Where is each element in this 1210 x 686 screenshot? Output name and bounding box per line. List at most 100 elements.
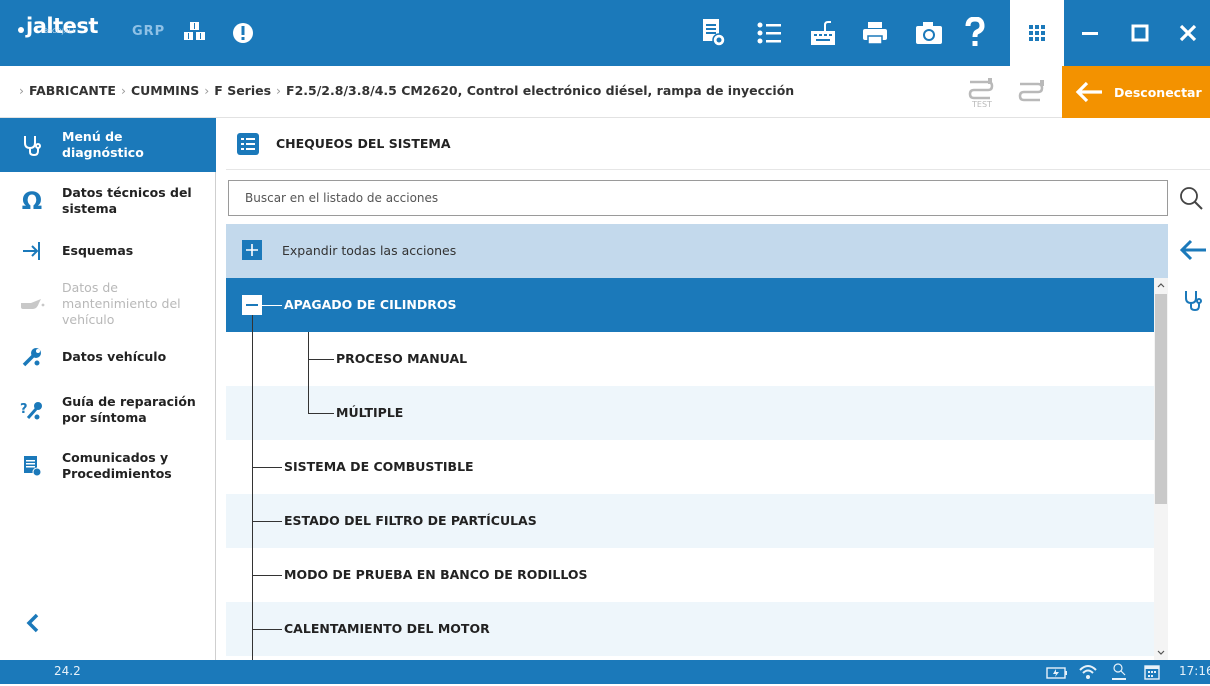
logo-subtitle: BYCOJALI — [44, 28, 75, 35]
tree-row-engine-warmup[interactable]: CALENTAMIENTO DEL MOTOR — [226, 602, 1154, 656]
breadcrumb: › FABRICANTE › CUMMINS › F Series › F2.5… — [14, 83, 794, 98]
expand-all-row[interactable]: Expandir todas las acciones — [226, 224, 1168, 278]
breadcrumb-item-series[interactable]: F Series — [214, 83, 271, 98]
stethoscope-icon — [18, 131, 46, 159]
tree-row-multiple[interactable]: MÚLTIPLE — [226, 386, 1154, 440]
help-icon[interactable] — [958, 16, 992, 50]
collapse-minus-icon[interactable] — [242, 295, 262, 315]
scroll-up-icon[interactable] — [1154, 280, 1168, 290]
logo-dot — [18, 27, 24, 33]
status-bar: 24.2 17:16 — [0, 660, 1210, 684]
sidebar-item-label: Datos de mantenimiento del vehículo — [62, 280, 181, 327]
breadcrumb-separator: › — [120, 83, 126, 98]
keyboard-icon[interactable] — [806, 16, 840, 50]
breadcrumb-separator: › — [204, 83, 210, 98]
expand-all-label: Expandir todas las acciones — [282, 243, 457, 258]
tree-row-cylinder-cutout[interactable]: APAGADO DE CILINDROS — [226, 278, 1154, 332]
breadcrumb-item-fabricante[interactable]: FABRICANTE — [29, 83, 116, 98]
scroll-thumb[interactable] — [1155, 294, 1167, 504]
tree-row-label: CALENTAMIENTO DEL MOTOR — [284, 621, 490, 636]
schema-icon — [18, 237, 46, 265]
wifi-icon — [1078, 663, 1098, 681]
collapse-sidebar-button[interactable] — [18, 608, 48, 638]
grp-label: GRP — [132, 24, 166, 39]
close-icon — [1179, 24, 1197, 42]
search-input[interactable] — [229, 181, 1167, 215]
scroll-down-icon[interactable] — [1154, 648, 1168, 658]
apps-grid-icon — [1029, 25, 1045, 41]
back-arrow-icon — [1179, 239, 1206, 261]
battery-icon — [1046, 665, 1068, 679]
search-button[interactable] — [1175, 182, 1207, 214]
right-rail — [1168, 224, 1210, 660]
svg-text:?: ? — [20, 402, 28, 417]
actions-tree-list: APAGADO DE CILINDROS PROCESO MANUAL MÚLT… — [226, 278, 1154, 660]
window-controls — [1064, 0, 1210, 66]
wrench-icon — [18, 343, 46, 371]
bulletin-icon — [18, 452, 46, 480]
list-scrollbar[interactable] — [1154, 278, 1168, 660]
test-connection-icon[interactable]: TEST — [966, 76, 996, 109]
disconnect-button[interactable]: Desconectar — [1062, 66, 1210, 118]
svg-text:TEST: TEST — [971, 100, 992, 108]
modules-icon[interactable] — [178, 16, 212, 50]
apps-grid-button[interactable] — [1010, 0, 1064, 66]
tree-row-roller-bench[interactable]: MODO DE PRUEBA EN BANCO DE RODILLOS — [226, 548, 1154, 602]
tree-connector — [252, 315, 253, 660]
tree-row-manual-process[interactable]: PROCESO MANUAL — [226, 332, 1154, 386]
sidebar-item-label: Esquemas — [62, 243, 134, 258]
tree-row-particle-filter[interactable]: ESTADO DEL FILTRO DE PARTÍCULAS — [226, 494, 1154, 548]
stethoscope-icon — [1185, 291, 1202, 312]
back-arrow-icon — [1075, 81, 1102, 103]
clock: 17:16 — [1179, 664, 1210, 678]
tree-row-label: APAGADO DE CILINDROS — [284, 297, 457, 312]
minimize-icon — [1082, 32, 1098, 35]
version-label: 24.2 — [54, 664, 81, 678]
tree-row-fuel-system[interactable]: SISTEMA DE COMBUSTIBLE — [226, 440, 1154, 494]
checklist-icon — [236, 132, 260, 156]
breadcrumb-item-system: F2.5/2.8/3.8/4.5 CM2620, Control electró… — [286, 83, 795, 98]
report-icon[interactable] — [696, 16, 730, 50]
sidebar-item-schemas[interactable]: Esquemas — [0, 230, 216, 272]
sidebar-item-label: Comunicados y Procedimientos — [62, 450, 172, 481]
expand-plus-icon — [242, 240, 262, 260]
breadcrumb-separator: › — [276, 83, 282, 98]
top-bar: jaltest BYCOJALI GRP — [0, 0, 1210, 66]
diagnostic-shortcut-button[interactable] — [1182, 288, 1206, 314]
sidebar-item-label: Guía de reparación por síntoma — [62, 394, 196, 425]
tree-row-label: SISTEMA DE COMBUSTIBLE — [284, 459, 474, 474]
sidebar-item-bulletins[interactable]: Comunicados y Procedimientos — [0, 440, 216, 492]
page-title: CHEQUEOS DEL SISTEMA — [276, 136, 451, 151]
sidebar-item-repair-guide[interactable]: ? Guía de reparación por síntoma — [0, 384, 216, 436]
maximize-button[interactable] — [1114, 0, 1166, 66]
section-header: CHEQUEOS DEL SISTEMA — [226, 118, 1210, 170]
usb-icon — [1110, 662, 1128, 682]
breadcrumb-bar: › FABRICANTE › CUMMINS › F Series › F2.5… — [0, 66, 1210, 118]
sidebar-item-diagnostic-menu[interactable]: Menú de diagnóstico — [0, 118, 216, 172]
list-icon[interactable] — [752, 16, 786, 50]
omega-icon: Ω — [21, 187, 43, 215]
search-box — [228, 180, 1168, 216]
printer-icon[interactable] — [858, 16, 892, 50]
back-button[interactable] — [1178, 238, 1208, 264]
sidebar: Menú de diagnóstico Ω Datos técnicos del… — [0, 118, 216, 660]
sidebar-item-maintenance-data: Datos de mantenimiento del vehículo — [0, 276, 216, 332]
tree-row-label: ESTADO DEL FILTRO DE PARTÍCULAS — [284, 513, 537, 528]
tree-row-label: PROCESO MANUAL — [336, 351, 468, 366]
calendar-icon — [1144, 664, 1160, 680]
breadcrumb-item-cummins[interactable]: CUMMINS — [131, 83, 199, 98]
alert-icon[interactable] — [226, 16, 260, 50]
close-button[interactable] — [1162, 0, 1210, 66]
camera-icon[interactable] — [912, 16, 946, 50]
sidebar-item-vehicle-data[interactable]: Datos vehículo — [0, 336, 216, 378]
disconnect-label: Desconectar — [1114, 84, 1202, 100]
search-icon — [1180, 187, 1203, 210]
minimize-button[interactable] — [1064, 0, 1116, 66]
sidebar-item-technical-data[interactable]: Ω Datos técnicos del sistema — [0, 176, 216, 226]
tree-row-label: MÚLTIPLE — [336, 405, 404, 420]
sidebar-item-label: Menú de diagnóstico — [62, 129, 144, 160]
cable-connection-icon[interactable] — [1016, 78, 1048, 106]
sidebar-item-label: Datos vehículo — [62, 349, 167, 364]
tree-connector — [308, 332, 309, 413]
chevron-left-icon — [26, 613, 39, 633]
